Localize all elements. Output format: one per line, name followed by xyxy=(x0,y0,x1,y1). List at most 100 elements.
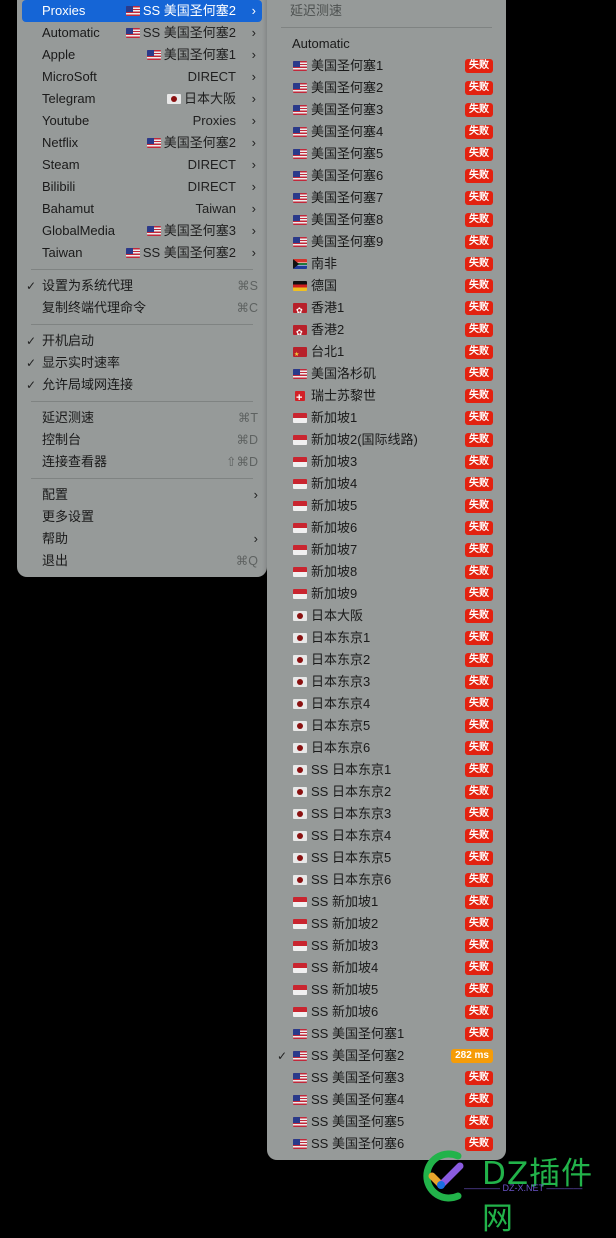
proxy-group-microsoft[interactable]: MicroSoft DIRECT › xyxy=(22,66,262,88)
proxy-group-steam[interactable]: Steam DIRECT › xyxy=(22,154,262,176)
menu-item-misc-0[interactable]: 配置 › xyxy=(22,484,262,506)
proxy-node-item[interactable]: 日本东京2 失败 xyxy=(267,649,506,671)
proxy-node-item[interactable]: SS 新加坡5 失败 xyxy=(267,979,506,1001)
proxy-node-item[interactable]: 香港1 失败 xyxy=(267,297,506,319)
proxy-node-item[interactable]: 日本东京6 失败 xyxy=(267,737,506,759)
proxy-group-name: Bahamut xyxy=(42,201,95,216)
proxy-node-item[interactable]: 香港2 失败 xyxy=(267,319,506,341)
proxy-node-item[interactable]: 美国圣何塞2 失败 xyxy=(267,77,506,99)
menu-item-misc-3[interactable]: 退出 ⌘Q xyxy=(22,550,262,572)
proxy-node-name-wrap: SS 日本东京4 xyxy=(293,825,391,847)
proxy-submenu: 延迟测速 Automatic 美国圣何塞1 失败 美国圣何塞2 失败 美国圣何塞3 失败 美国… xyxy=(267,0,506,1160)
proxy-group-bilibili[interactable]: Bilibili DIRECT › xyxy=(22,176,262,198)
proxy-node-item[interactable]: SS 新加坡3 失败 xyxy=(267,935,506,957)
failed-badge: 失败 xyxy=(465,631,493,645)
proxy-node-item[interactable]: 美国圣何塞9 失败 xyxy=(267,231,506,253)
proxy-node-item[interactable]: 日本东京5 失败 xyxy=(267,715,506,737)
flag-sg-icon xyxy=(293,963,307,973)
proxy-node-item[interactable]: 美国圣何塞1 失败 xyxy=(267,55,506,77)
chevron-right-icon: › xyxy=(251,223,256,238)
proxy-node-item[interactable]: 新加坡7 失败 xyxy=(267,539,506,561)
proxy-node-item[interactable]: 美国圣何塞6 失败 xyxy=(267,165,506,187)
menu-item-label: 连接查看器 xyxy=(42,454,108,469)
proxy-node-item[interactable]: SS 新加坡1 失败 xyxy=(267,891,506,913)
proxy-node-item[interactable]: SS 日本东京2 失败 xyxy=(267,781,506,803)
proxy-node-item[interactable]: SS 日本东京5 失败 xyxy=(267,847,506,869)
proxy-node-item[interactable]: 新加坡1 失败 xyxy=(267,407,506,429)
proxy-node-item[interactable]: 美国圣何塞8 失败 xyxy=(267,209,506,231)
proxy-node-name: SS 日本东京3 xyxy=(311,806,392,821)
proxy-node-item[interactable]: 台北1 失败 xyxy=(267,341,506,363)
proxy-node-item[interactable]: SS 日本东京3 失败 xyxy=(267,803,506,825)
proxy-node-item[interactable]: ✓ SS 美国圣何塞2 282 ms xyxy=(267,1045,506,1067)
menu-item-tool-0[interactable]: 延迟测速 ⌘T xyxy=(22,407,262,429)
proxy-node-item[interactable]: 新加坡5 失败 xyxy=(267,495,506,517)
proxy-node-item[interactable]: 美国圣何塞7 失败 xyxy=(267,187,506,209)
proxy-node-item[interactable]: 日本东京3 失败 xyxy=(267,671,506,693)
proxy-node-item[interactable]: 新加坡3 失败 xyxy=(267,451,506,473)
proxy-group-apple[interactable]: Apple 美国圣何塞1 › xyxy=(22,44,262,66)
proxy-node-item[interactable]: 美国圣何塞4 失败 xyxy=(267,121,506,143)
proxy-node-item[interactable]: SS 美国圣何塞4 失败 xyxy=(267,1089,506,1111)
proxy-node-item[interactable]: SS 美国圣何塞1 失败 xyxy=(267,1023,506,1045)
menu-item-settings-0[interactable]: ✓ 设置为系统代理 ⌘S xyxy=(22,275,262,297)
proxy-group-automatic[interactable]: Automatic SS 美国圣何塞2 › xyxy=(22,22,262,44)
proxy-node-item[interactable]: 美国圣何塞3 失败 xyxy=(267,99,506,121)
menu-item-misc-1[interactable]: 更多设置 xyxy=(22,506,262,528)
proxy-group-proxies[interactable]: Proxies SS 美国圣何塞2 › xyxy=(22,0,262,22)
proxy-node-item[interactable]: SS 新加坡2 失败 xyxy=(267,913,506,935)
proxy-node-item[interactable]: Automatic xyxy=(267,33,506,55)
proxy-node-item[interactable]: 新加坡8 失败 xyxy=(267,561,506,583)
menu-item-settings-1[interactable]: 复制终端代理命令 ⌘C xyxy=(22,297,262,319)
proxy-node-item[interactable]: SS 美国圣何塞5 失败 xyxy=(267,1111,506,1133)
proxy-node-item[interactable]: 日本东京4 失败 xyxy=(267,693,506,715)
proxy-node-item[interactable]: 美国圣何塞5 失败 xyxy=(267,143,506,165)
menu-item-label: 帮助 xyxy=(42,531,69,546)
menu-item-label: 延迟测速 xyxy=(42,410,95,425)
flag-us-icon xyxy=(293,1095,307,1105)
checkmark-icon: ✓ xyxy=(26,279,37,293)
proxy-node-item[interactable]: SS 日本东京6 失败 xyxy=(267,869,506,891)
menu-item-label: 显示实时速率 xyxy=(42,355,121,370)
proxy-node-item[interactable]: 美国洛杉矶 失败 xyxy=(267,363,506,385)
menu-item-misc-2[interactable]: 帮助 › xyxy=(22,528,262,550)
proxy-node-item[interactable]: 德国 失败 xyxy=(267,275,506,297)
proxy-group-globalmedia[interactable]: GlobalMedia 美国圣何塞3 › xyxy=(22,220,262,242)
latency-test-header[interactable]: 延迟测速 xyxy=(267,0,506,22)
proxy-group-netflix[interactable]: Netflix 美国圣何塞2 › xyxy=(22,132,262,154)
proxy-group-bahamut[interactable]: Bahamut Taiwan › xyxy=(22,198,262,220)
selected-proxy-label: Proxies xyxy=(192,113,236,128)
menu-item-toggle-0[interactable]: ✓ 开机启动 xyxy=(22,330,262,352)
menu-item-label: 开机启动 xyxy=(42,333,95,348)
failed-badge: 失败 xyxy=(465,213,493,227)
flag-jp-icon xyxy=(293,721,307,731)
proxy-group-youtube[interactable]: Youtube Proxies › xyxy=(22,110,262,132)
proxy-node-item[interactable]: SS 新加坡4 失败 xyxy=(267,957,506,979)
menu-item-tool-1[interactable]: 控制台 ⌘D xyxy=(22,429,262,451)
proxy-group-telegram[interactable]: Telegram 日本大阪 › xyxy=(22,88,262,110)
proxy-node-name-wrap: SS 日本东京1 xyxy=(293,759,391,781)
proxy-node-item[interactable]: SS 美国圣何塞3 失败 xyxy=(267,1067,506,1089)
settings-section: ✓ 设置为系统代理 ⌘S 复制终端代理命令 ⌘C xyxy=(17,275,267,319)
proxy-node-item[interactable]: 新加坡6 失败 xyxy=(267,517,506,539)
proxy-node-item[interactable]: 南非 失败 xyxy=(267,253,506,275)
menu-item-tool-2[interactable]: 连接查看器 ⇧⌘D xyxy=(22,451,262,473)
proxy-node-item[interactable]: SS 日本东京4 失败 xyxy=(267,825,506,847)
failed-badge: 失败 xyxy=(465,367,493,381)
proxy-node-item[interactable]: 新加坡4 失败 xyxy=(267,473,506,495)
proxy-group-taiwan[interactable]: Taiwan SS 美国圣何塞2 › xyxy=(22,242,262,264)
proxy-node-item[interactable]: SS 日本东京1 失败 xyxy=(267,759,506,781)
proxy-node-item[interactable]: 新加坡2(国际线路) 失败 xyxy=(267,429,506,451)
proxy-node-item[interactable]: SS 新加坡6 失败 xyxy=(267,1001,506,1023)
proxy-node-item[interactable]: 瑞士苏黎世 失败 xyxy=(267,385,506,407)
menu-item-toggle-1[interactable]: ✓ 显示实时速率 xyxy=(22,352,262,374)
chevron-right-icon: › xyxy=(251,113,256,128)
menu-item-toggle-2[interactable]: ✓ 允许局域网连接 xyxy=(22,374,262,396)
proxy-node-item[interactable]: 日本东京1 失败 xyxy=(267,627,506,649)
flag-sg-icon xyxy=(293,545,307,555)
proxy-node-item[interactable]: 日本大阪 失败 xyxy=(267,605,506,627)
chevron-right-icon: › xyxy=(251,135,256,150)
flag-us-icon xyxy=(293,1051,307,1061)
proxy-node-item[interactable]: 新加坡9 失败 xyxy=(267,583,506,605)
watermark-title: DZ插件网 xyxy=(482,1156,594,1237)
